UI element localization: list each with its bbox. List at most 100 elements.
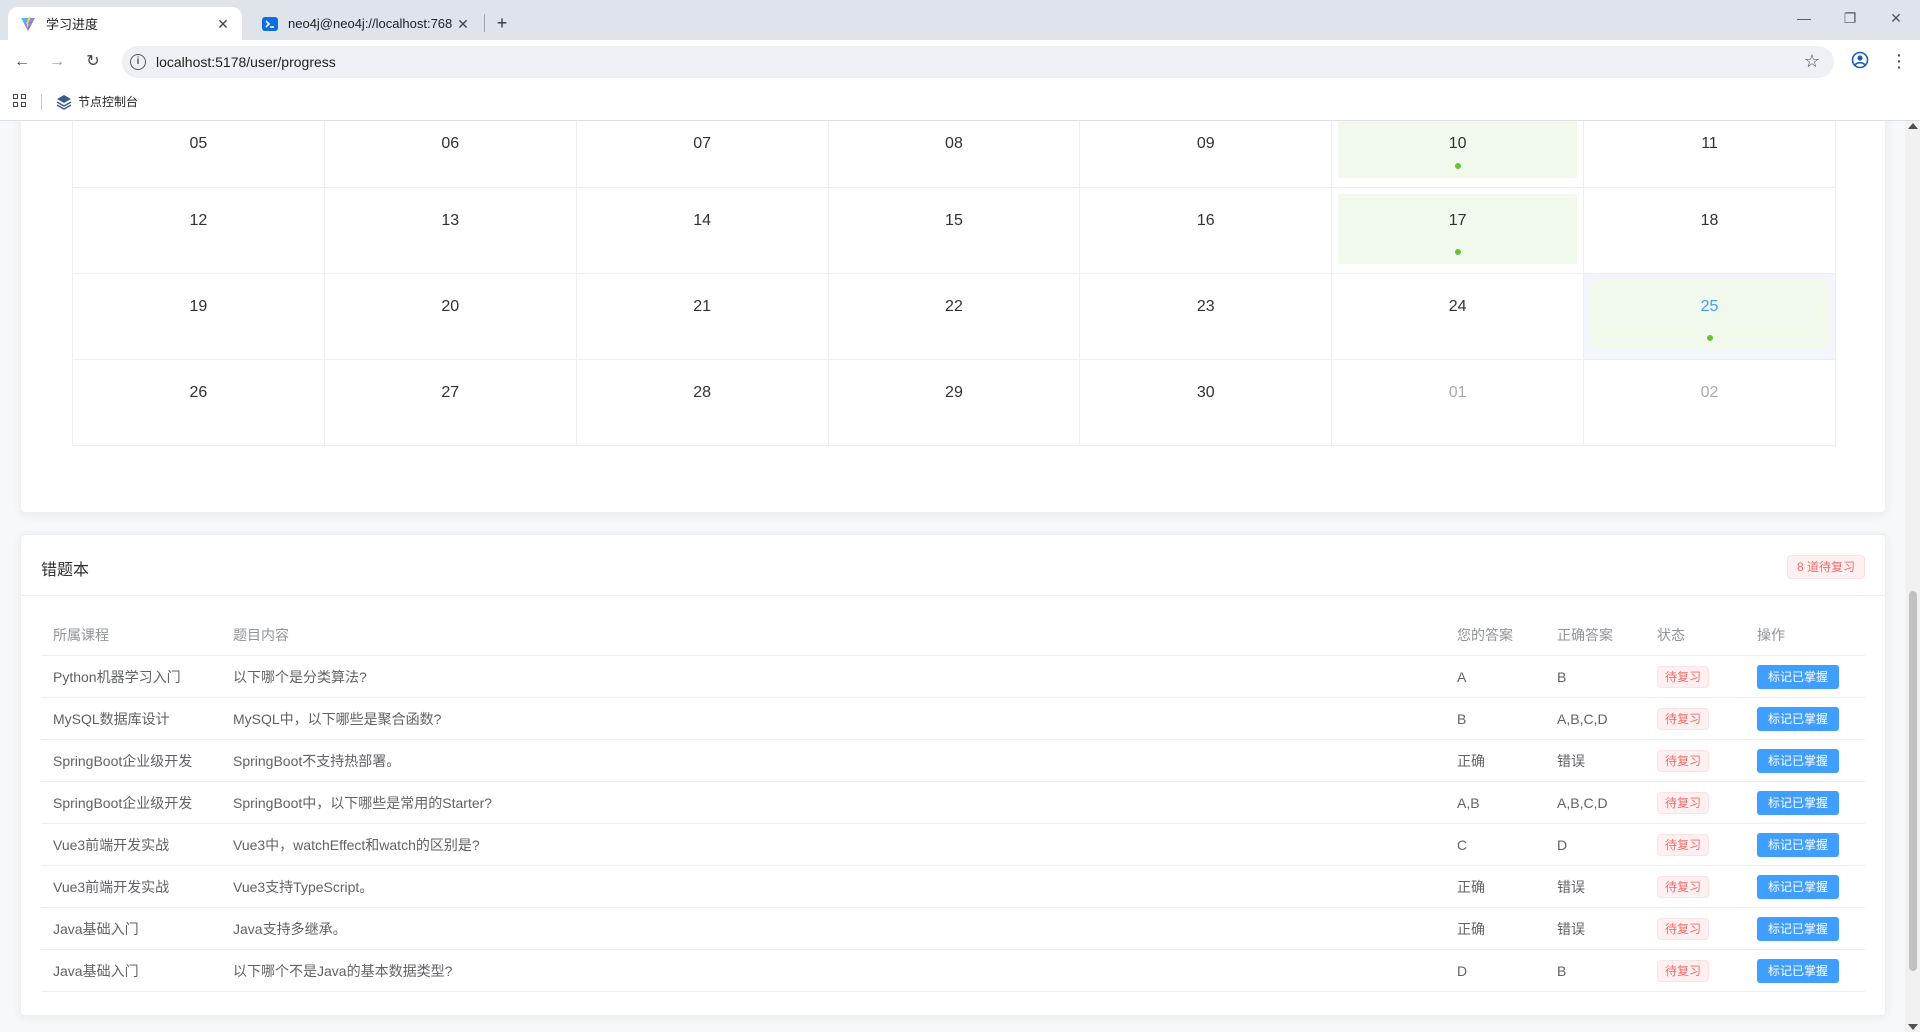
calendar-day-cell[interactable]: 06 xyxy=(323,121,577,188)
calendar-day-cell[interactable]: 27 xyxy=(323,359,577,446)
calendar-day[interactable]: 24 xyxy=(1338,280,1577,350)
profile-icon[interactable] xyxy=(1851,51,1869,74)
mark-mastered-button[interactable]: 标记已掌握 xyxy=(1757,706,1840,731)
column-header-action: 操作 xyxy=(1745,615,1865,656)
menu-kebab-icon[interactable]: ⋮ xyxy=(1890,51,1908,72)
calendar-day[interactable]: 10 xyxy=(1338,121,1578,178)
calendar-day-cell[interactable]: 16 xyxy=(1079,187,1333,274)
question-cell: MySQL中，以下哪些是聚合函数? xyxy=(221,697,1445,740)
calendar-day[interactable]: 19 xyxy=(79,280,318,350)
bookmark-node-console[interactable]: 节点控制台 xyxy=(56,93,138,110)
calendar-day[interactable]: 07 xyxy=(583,121,822,178)
calendar-day[interactable]: 16 xyxy=(1086,194,1325,264)
close-window-icon[interactable]: ✕ xyxy=(1886,10,1906,27)
reload-icon[interactable]: ↻ xyxy=(83,52,103,72)
restore-icon[interactable]: ❐ xyxy=(1840,10,1860,27)
calendar-day-cell[interactable]: 12 xyxy=(72,187,325,274)
table-row: Python机器学习入门 以下哪个是分类算法? A B 待复习 标记已掌握 xyxy=(41,655,1865,698)
calendar-day[interactable]: 01 xyxy=(1338,366,1577,436)
day-number: 05 xyxy=(189,135,208,152)
calendar-day-cell[interactable]: 05 xyxy=(72,121,325,188)
mark-mastered-button[interactable]: 标记已掌握 xyxy=(1757,832,1840,857)
calendar-day[interactable]: 30 xyxy=(1086,366,1325,436)
calendar-day[interactable]: 02 xyxy=(1590,366,1829,436)
scroll-up-icon[interactable] xyxy=(1908,123,1918,129)
calendar-day-cell[interactable]: 22 xyxy=(827,273,1081,360)
calendar-day-cell[interactable]: 26 xyxy=(72,359,325,446)
calendar-day-cell[interactable]: 13 xyxy=(323,187,577,274)
calendar-day-cell[interactable]: 11 xyxy=(1583,121,1836,188)
calendar-day-cell[interactable]: 02 xyxy=(1583,359,1836,446)
address-bar[interactable]: i localhost:5178/user/progress ☆ xyxy=(122,46,1834,78)
calendar-day[interactable]: 06 xyxy=(331,121,570,178)
calendar-day-cell[interactable]: 09 xyxy=(1079,121,1333,188)
mark-mastered-button[interactable]: 标记已掌握 xyxy=(1757,790,1840,815)
site-info-icon[interactable]: i xyxy=(130,54,146,70)
tab-title: neo4j@neo4j://localhost:768 xyxy=(288,16,453,31)
minimize-icon[interactable]: — xyxy=(1794,10,1814,26)
calendar-day-cell[interactable]: 18 xyxy=(1583,187,1836,274)
calendar-day-cell[interactable]: 08 xyxy=(827,121,1081,188)
action-cell: 标记已掌握 xyxy=(1745,697,1865,740)
back-icon[interactable]: ← xyxy=(12,52,32,72)
day-number: 30 xyxy=(1196,384,1215,401)
calendar-day-cell[interactable]: 19 xyxy=(72,273,325,360)
calendar-day[interactable]: 12 xyxy=(79,194,318,264)
mark-mastered-button[interactable]: 标记已掌握 xyxy=(1757,916,1840,941)
calendar-day[interactable]: 13 xyxy=(331,194,570,264)
bookmark-star-icon[interactable]: ☆ xyxy=(1804,51,1820,72)
calendar-day-cell[interactable]: 15 xyxy=(827,187,1081,274)
calendar-day[interactable]: 22 xyxy=(835,280,1074,350)
apps-grid-icon[interactable] xyxy=(13,94,27,108)
mark-mastered-button[interactable]: 标记已掌握 xyxy=(1757,664,1840,689)
calendar-day-cell[interactable]: 10 xyxy=(1331,121,1585,188)
close-icon[interactable]: ✕ xyxy=(214,15,232,33)
calendar-day-cell[interactable]: 20 xyxy=(323,273,577,360)
calendar-day[interactable]: 17 xyxy=(1338,194,1578,264)
forward-icon[interactable]: → xyxy=(47,52,67,72)
close-icon[interactable]: ✕ xyxy=(454,15,472,33)
calendar-day[interactable]: 08 xyxy=(835,121,1074,178)
calendar-day-cell[interactable]: 25 xyxy=(1583,273,1836,360)
calendar-day[interactable]: 05 xyxy=(79,121,318,178)
wrongbook-title: 错题本 xyxy=(41,562,90,579)
scrollbar-thumb[interactable] xyxy=(1909,591,1917,971)
calendar-day-cell[interactable]: 30 xyxy=(1079,359,1333,446)
course-cell: Python机器学习入门 xyxy=(41,655,221,698)
browser-toolbar: ← → ↻ i localhost:5178/user/progress ☆ ⋮ xyxy=(0,40,1920,84)
calendar-day[interactable]: 23 xyxy=(1086,280,1325,350)
calendar-day[interactable]: 09 xyxy=(1086,121,1325,178)
calendar-day-cell[interactable]: 29 xyxy=(827,359,1081,446)
page-scrollbar[interactable] xyxy=(1905,121,1920,1032)
url-text[interactable]: localhost:5178/user/progress xyxy=(156,54,336,70)
calendar-day-cell[interactable]: 23 xyxy=(1079,273,1333,360)
calendar-day[interactable]: 21 xyxy=(583,280,822,350)
calendar-day-cell[interactable]: 07 xyxy=(575,121,829,188)
calendar-day[interactable]: 18 xyxy=(1590,194,1829,264)
tab-neo4j[interactable]: neo4j@neo4j://localhost:768 ✕ xyxy=(250,7,482,40)
calendar-day[interactable]: 20 xyxy=(331,280,570,350)
calendar-day[interactable]: 27 xyxy=(331,366,570,436)
day-number: 01 xyxy=(1448,384,1467,401)
action-cell: 标记已掌握 xyxy=(1745,865,1865,908)
calendar-day-cell[interactable]: 01 xyxy=(1331,359,1585,446)
calendar-day-cell[interactable]: 24 xyxy=(1331,273,1585,360)
calendar-day[interactable]: 29 xyxy=(835,366,1074,436)
calendar-day-cell[interactable]: 14 xyxy=(575,187,829,274)
mark-mastered-button[interactable]: 标记已掌握 xyxy=(1757,958,1840,983)
calendar-day-cell[interactable]: 21 xyxy=(575,273,829,360)
mark-mastered-button[interactable]: 标记已掌握 xyxy=(1757,874,1840,899)
column-header-your-answer: 您的答案 xyxy=(1445,615,1545,656)
calendar-day[interactable]: 11 xyxy=(1590,121,1829,178)
calendar-day[interactable]: 14 xyxy=(583,194,822,264)
calendar-day-cell[interactable]: 17 xyxy=(1331,187,1585,274)
scroll-down-icon[interactable] xyxy=(1908,1024,1918,1030)
calendar-day-cell[interactable]: 28 xyxy=(575,359,829,446)
calendar-day[interactable]: 25 xyxy=(1590,280,1829,350)
calendar-day[interactable]: 15 xyxy=(835,194,1074,264)
calendar-day[interactable]: 26 xyxy=(79,366,318,436)
new-tab-icon[interactable]: + xyxy=(492,13,512,33)
calendar-day[interactable]: 28 xyxy=(583,366,822,436)
tab-progress[interactable]: 学习进度 ✕ xyxy=(8,7,242,40)
mark-mastered-button[interactable]: 标记已掌握 xyxy=(1757,748,1840,773)
